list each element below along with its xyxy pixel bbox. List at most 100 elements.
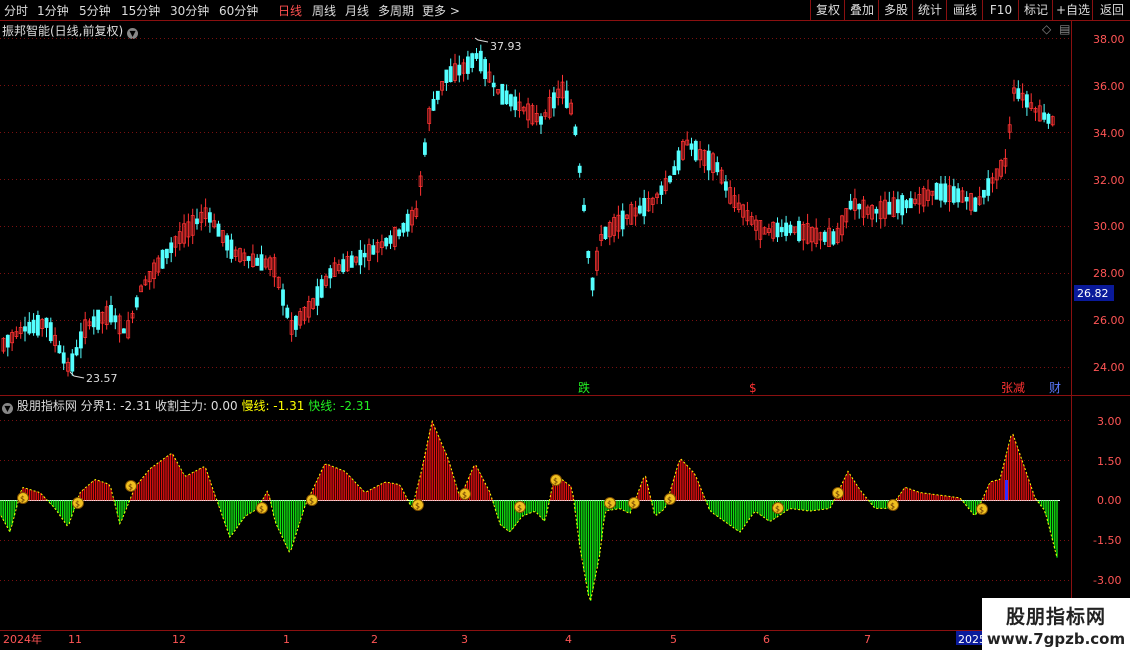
candle-body [397,229,402,237]
period-tab-more[interactable]: 更多 > [422,2,460,19]
candle-body [633,207,638,217]
draw-line-button[interactable]: 画线 [946,0,983,20]
candle-body [345,256,350,272]
candle-body [358,249,363,266]
period-tab-30min[interactable]: 30分钟 [170,2,209,19]
period-tab-timeshare[interactable]: 分时 [4,2,28,19]
candle-body [177,231,182,244]
overlay-button[interactable]: 叠加 [844,0,879,20]
candle-body [216,223,221,237]
candle-body [1046,113,1051,124]
candle-body [620,210,625,230]
price-tick: 24.00 [1093,361,1125,374]
candle-body [474,53,479,59]
back-button[interactable]: 返回 [1092,0,1130,20]
candle-body [293,315,298,330]
candle-body [319,279,324,298]
add-watchlist-button[interactable]: +自选 [1052,0,1093,20]
candle-body [827,227,831,247]
candle-body [1050,116,1055,126]
date-tick: 5 [670,633,677,646]
candle-body [1037,105,1042,122]
money-bag-glyph: $ [75,500,80,509]
chevron-down-icon[interactable]: ▼ [2,403,13,414]
maximize-icon[interactable]: ▤ [1059,22,1070,36]
candle-body [599,234,604,241]
candle-body [461,62,466,74]
candle-body [848,200,853,210]
candle-body [18,327,23,335]
indicator-marker [1005,480,1008,500]
candle-body [483,59,488,80]
money-bag-glyph: $ [128,483,133,492]
candle-body [870,205,874,220]
multi-stock-button[interactable]: 多股 [878,0,913,20]
candle-body [840,215,844,236]
candle-body [715,162,720,173]
money-bag-icon [256,502,268,514]
f10-button[interactable]: F10 [982,0,1019,20]
money-bag-icon [664,493,676,505]
candle-body [66,361,70,372]
candle-body [629,204,634,225]
candle-body [79,331,83,349]
indicator-tick: 1.50 [1097,455,1122,468]
candle-body [500,83,505,105]
price-tick: 38.00 [1093,33,1125,46]
date-tick: 2 [371,633,378,646]
candle-body [1020,92,1025,101]
money-bag-icon [976,503,988,515]
chevron-down-icon[interactable]: ▼ [127,28,139,39]
money-bag-icon [772,502,784,514]
period-tab-weekly[interactable]: 周线 [312,2,336,19]
period-tab-15min[interactable]: 15分钟 [121,2,160,19]
candle-body [31,319,36,334]
candle-body [1007,124,1012,133]
statistics-button[interactable]: 统计 [912,0,947,20]
candle-body [539,116,543,125]
candle-body [999,159,1003,177]
mark-button[interactable]: 标记 [1018,0,1053,20]
high-pointer [474,37,489,43]
candle-body [233,249,238,257]
candle-body [478,50,483,72]
candle-body [607,222,612,238]
candle-body [255,257,260,266]
candle-body [994,168,999,181]
diamond-icon[interactable]: ◇ [1042,22,1051,36]
candle-body [805,223,810,244]
period-tab-daily[interactable]: 日线 [278,2,302,19]
candle-body [788,224,793,234]
candle-body [921,188,926,207]
candle-body [917,194,922,205]
candle-body [582,204,586,211]
period-tab-1min[interactable]: 1分钟 [37,2,69,19]
candle-body [943,183,948,203]
money-bag-glyph: $ [259,505,264,514]
candle-body [448,66,453,83]
candle-body [139,285,144,293]
candle-body [719,169,724,184]
price-tick: 32.00 [1093,174,1125,187]
period-tab-60min[interactable]: 60分钟 [219,2,258,19]
period-tab-multi[interactable]: 多周期 [378,2,414,19]
candle-body [508,94,513,107]
date-tick: 7 [864,633,871,646]
adjust-button[interactable]: 复权 [810,0,845,20]
indicator-name: 股朋指标网 [16,399,77,413]
candle-body [5,334,10,348]
candle-body [926,189,930,201]
money-bag-glyph: $ [415,502,420,511]
candle-body [117,315,122,335]
candle-body [625,214,629,220]
period-tab-monthly[interactable]: 月线 [345,2,369,19]
candle-body [896,199,900,214]
candle-body [199,211,204,223]
candle-body [272,257,277,278]
candle-body [238,248,242,262]
candle-body [612,217,616,236]
period-tab-5min[interactable]: 5分钟 [79,2,111,19]
candle-body [27,321,32,334]
candle-body [655,193,659,198]
candle-body [913,198,917,204]
